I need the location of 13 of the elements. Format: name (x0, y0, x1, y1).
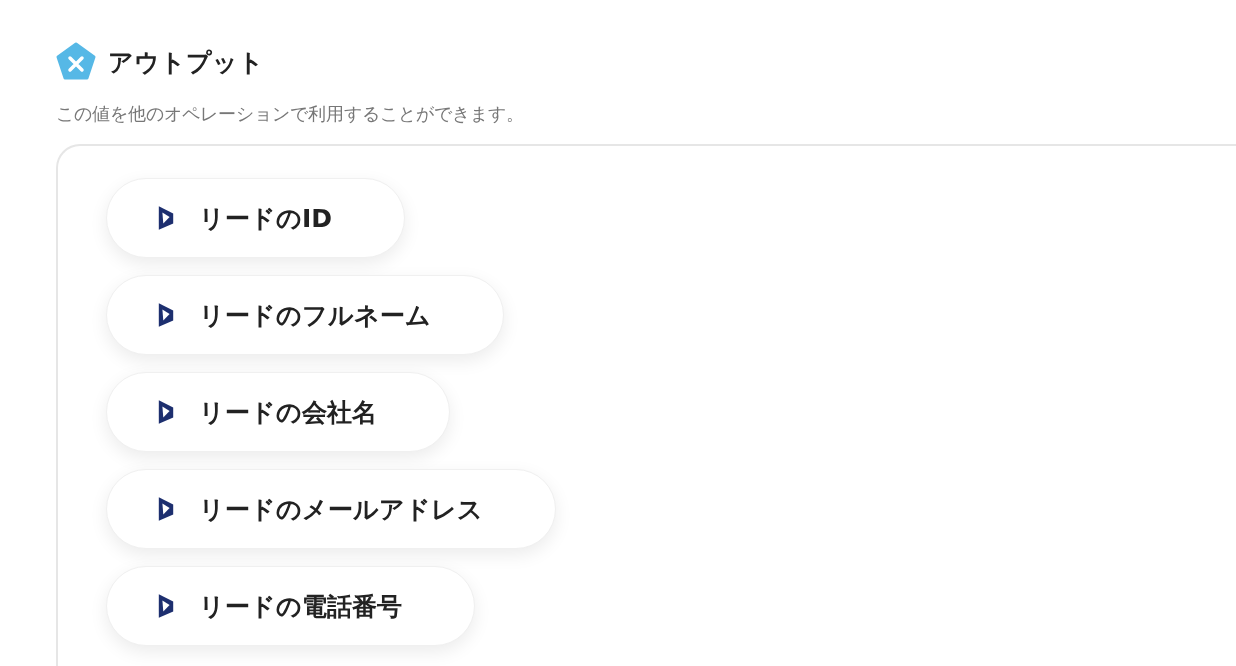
output-chip[interactable]: リードの会社名 (106, 372, 450, 452)
section-description: この値を他のオペレーションで利用することができます。 (56, 102, 525, 126)
triangle-logo-icon (157, 205, 175, 231)
section-title: アウトプット (108, 46, 264, 79)
triangle-logo-icon (157, 593, 175, 619)
output-chip[interactable]: リードの電話番号 (106, 566, 475, 646)
triangle-logo-icon (157, 496, 175, 522)
pentagon-x-icon (56, 42, 96, 82)
output-chip[interactable]: リードのメールアドレス (106, 469, 556, 549)
output-chip[interactable]: リードのフルネーム (106, 275, 504, 355)
triangle-logo-icon (157, 302, 175, 328)
triangle-logo-icon (157, 399, 175, 425)
output-chip[interactable]: リードのID (106, 178, 406, 258)
